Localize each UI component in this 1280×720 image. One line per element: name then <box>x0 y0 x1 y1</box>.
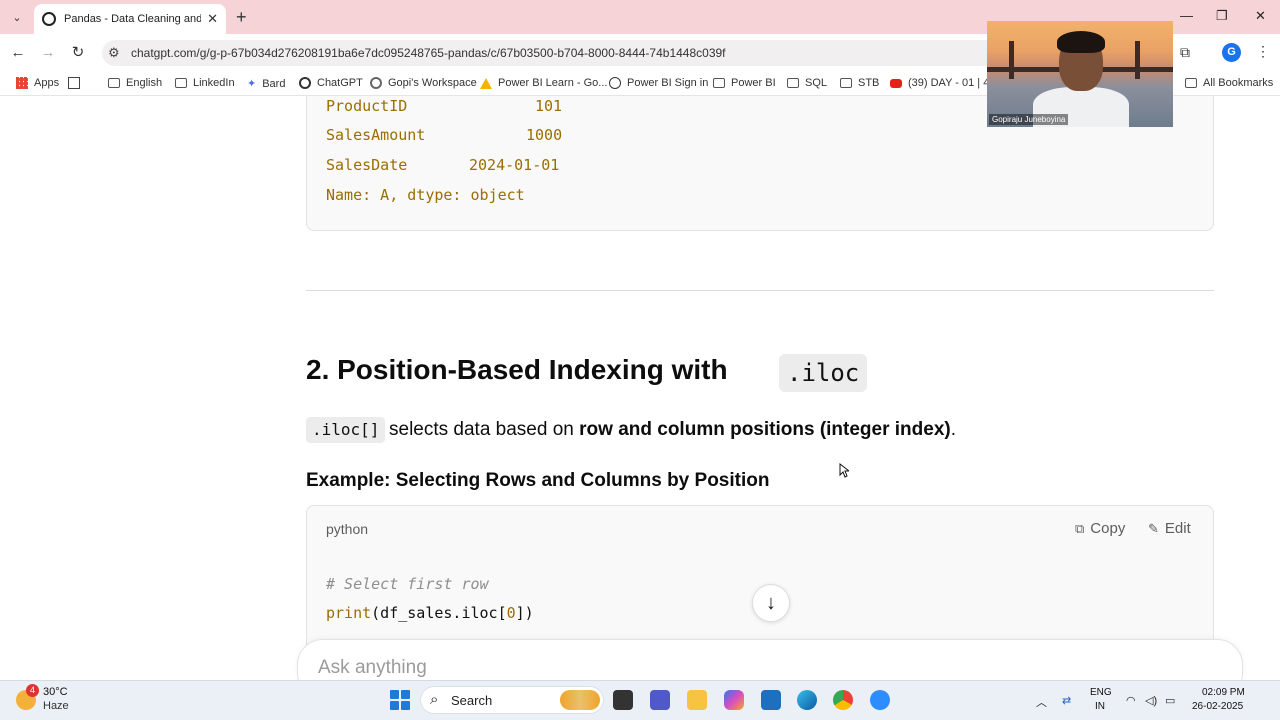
openai-favicon-icon <box>42 12 56 26</box>
show-hidden-icons-chevron-icon[interactable]: ︿ <box>1036 694 1047 710</box>
paragraph-inline-code: .iloc[] <box>306 417 386 443</box>
forward-arrow-icon[interactable]: → <box>38 43 58 63</box>
output-footer: Name: A, dtype: object <box>326 186 525 204</box>
profile-avatar[interactable]: G <box>1222 43 1241 62</box>
search-highlight-icon <box>560 690 600 710</box>
browser-menu-icon[interactable]: ⋮ <box>1256 43 1270 60</box>
bookmark-linkedin[interactable]: LinkedIn <box>175 77 235 89</box>
task-view-icon[interactable] <box>613 690 633 710</box>
message-composer[interactable] <box>297 639 1243 680</box>
input-region[interactable]: IN <box>1095 701 1105 712</box>
new-tab-plus-icon[interactable]: + <box>236 7 247 28</box>
bookmark-power-bi-learn[interactable]: Power BI Learn - Go... <box>480 77 607 89</box>
youtube-icon <box>890 78 902 88</box>
site-info-icon[interactable]: ⚙ <box>108 45 120 61</box>
webcam-video <box>987 21 1173 127</box>
bookmark-stb[interactable]: STB <box>840 77 879 89</box>
extensions-puzzle-icon[interactable]: ⧉ <box>1180 44 1196 60</box>
bookmark-bard[interactable]: ✦ Bard <box>247 77 285 91</box>
section-heading: 2. Position-Based Indexing with <box>306 354 728 385</box>
chrome-icon[interactable] <box>833 690 853 710</box>
tab-search-chevron-icon[interactable]: ⌄ <box>6 7 28 27</box>
paragraph-text: selects data based on row and column pos… <box>389 419 956 440</box>
bookmark-english[interactable]: English <box>108 77 162 89</box>
bookmark-power-bi[interactable]: Power BI <box>713 77 776 89</box>
sparkle-icon: ✦ <box>247 78 257 90</box>
bookmark-youtube-day01[interactable]: (39) DAY - 01 | 45 <box>890 77 995 89</box>
search-icon: ⌕ <box>430 691 439 708</box>
mouse-cursor-icon <box>839 463 849 478</box>
code-language-label: python <box>326 521 369 537</box>
section-divider <box>306 290 1214 291</box>
participant-name: Gopiraju Juneboyina <box>989 114 1069 125</box>
edit-button[interactable]: ✎ Edit <box>1148 520 1191 537</box>
output-key: SalesDate <box>326 156 408 174</box>
globe-icon <box>609 77 621 89</box>
output-value: 1000 <box>526 126 563 144</box>
network-activity-icon[interactable]: ⇄ <box>1062 694 1071 707</box>
output-value: 101 <box>535 97 563 115</box>
apps-grid-icon <box>16 77 28 89</box>
bookmark-power-bi-sign-in[interactable]: Power BI Sign in <box>609 77 708 89</box>
folder-icon <box>840 78 852 88</box>
folder-icon <box>108 78 120 88</box>
folder-icon <box>713 78 725 88</box>
bookmark-chatgpt[interactable]: ChatGPT <box>299 77 363 89</box>
arrow-down-icon: ↓ <box>766 592 776 614</box>
paragraph-bold: row and column positions (integer index) <box>579 419 951 440</box>
bookmark-grid-toggle[interactable] <box>68 77 86 89</box>
output-key: SalesAmount <box>326 126 426 144</box>
copy-icon: ⧉ <box>1075 520 1085 536</box>
bookmark-all-bookmarks[interactable]: All Bookmarks <box>1185 77 1273 89</box>
heading-inline-code: .iloc <box>779 354 868 392</box>
example-heading: Example: Selecting Rows and Columns by P… <box>306 470 770 491</box>
weather-condition[interactable]: Haze <box>43 700 69 712</box>
folder-icon <box>1185 78 1197 88</box>
copilot-icon[interactable] <box>724 690 744 710</box>
url-text[interactable]: chatgpt.com/g/g-p-67b034d276208191ba6e7d… <box>131 46 726 60</box>
bookmark-sql[interactable]: SQL <box>787 77 827 89</box>
back-arrow-icon[interactable]: ← <box>8 43 28 63</box>
clock-date[interactable]: 26-02-2025 <box>1192 701 1243 712</box>
drive-icon <box>480 77 492 89</box>
restore-icon[interactable]: ❐ <box>1216 8 1228 24</box>
openai-icon <box>299 77 311 89</box>
edge-icon[interactable] <box>797 690 817 710</box>
output-key: ProductID <box>326 97 408 115</box>
bookmark-gopis-workspace[interactable]: Gopi's Workspace <box>370 77 477 89</box>
bookmark-apps[interactable]: Apps <box>16 77 59 89</box>
clock-time[interactable]: 02:09 PM <box>1202 687 1245 698</box>
folder-icon <box>787 78 799 88</box>
output-value: 2024-01-01 <box>469 156 560 174</box>
window-close-icon[interactable]: ✕ <box>1255 8 1266 24</box>
pencil-icon: ✎ <box>1148 520 1159 536</box>
teams-icon[interactable] <box>650 690 670 710</box>
volume-icon[interactable]: ◁) <box>1145 694 1157 707</box>
weather-badge: 4 <box>26 684 39 697</box>
input-language[interactable]: ENG <box>1090 687 1112 698</box>
file-explorer-icon[interactable] <box>687 690 707 710</box>
code-line: print(df_sales.iloc[0]) <box>326 604 534 622</box>
tab-groups-icon <box>68 77 80 89</box>
zoom-icon[interactable] <box>870 690 890 710</box>
reload-icon[interactable]: ↻ <box>68 43 88 63</box>
weather-temperature[interactable]: 30°C <box>43 686 68 698</box>
minimize-icon[interactable]: — <box>1180 8 1193 23</box>
code-comment: # Select first row <box>326 575 489 593</box>
wifi-icon[interactable]: ◠ <box>1126 694 1136 707</box>
chat-content: ProductID 101 SalesAmount 1000 SalesDate… <box>0 96 1280 680</box>
scroll-to-bottom-button[interactable]: ↓ <box>752 584 790 622</box>
folder-icon <box>175 78 187 88</box>
tab-title: Pandas - Data Cleaning and An <box>64 13 202 25</box>
composer-placeholder[interactable]: Ask anything <box>318 657 427 679</box>
start-windows-icon[interactable] <box>390 690 410 710</box>
microsoft-store-icon[interactable] <box>761 690 781 710</box>
battery-icon[interactable]: ▭ <box>1165 694 1175 707</box>
windows-taskbar <box>0 680 1280 720</box>
taskbar-search-label[interactable]: Search <box>451 693 492 708</box>
close-tab-icon[interactable]: ✕ <box>207 11 218 27</box>
openai-icon <box>370 77 382 89</box>
copy-button[interactable]: ⧉ Copy <box>1075 520 1125 537</box>
active-tab[interactable]: Pandas - Data Cleaning and An ✕ <box>34 4 226 34</box>
